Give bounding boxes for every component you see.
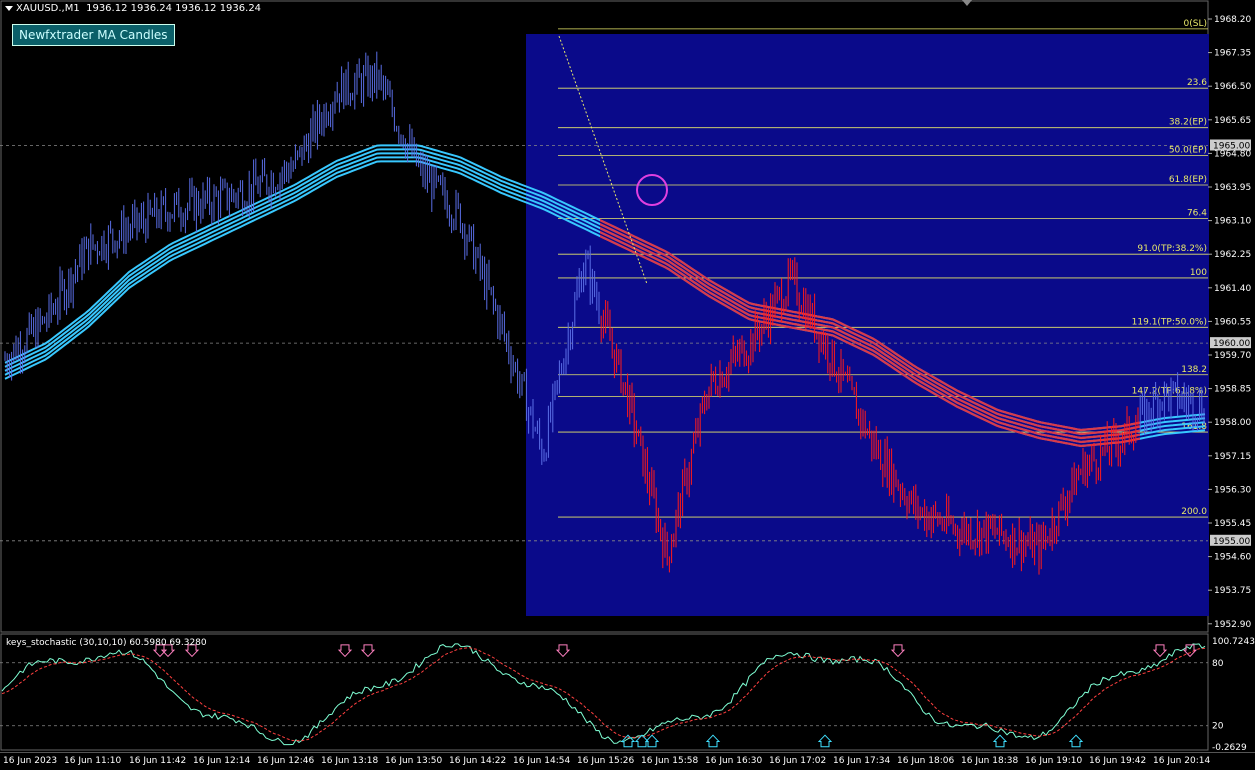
price-label: 1965.65 bbox=[1214, 116, 1251, 126]
price-label: 1959.70 bbox=[1214, 351, 1251, 361]
price-marker-label: 1960.00 bbox=[1213, 339, 1250, 349]
fib-level-label: 200.0 bbox=[1181, 507, 1207, 517]
fib-level-label: 23.6 bbox=[1187, 78, 1207, 88]
fib-level-label: 76.4 bbox=[1187, 209, 1207, 219]
price-label: 1958.00 bbox=[1214, 418, 1251, 428]
price-label: 1960.55 bbox=[1214, 317, 1251, 327]
stochastic-axis-label: 80 bbox=[1212, 659, 1224, 669]
price-label: 1966.50 bbox=[1214, 82, 1251, 92]
time-label: 16 Jun 20:14 bbox=[1153, 756, 1211, 766]
time-label: 16 Jun 13:18 bbox=[321, 756, 379, 766]
stochastic-panel[interactable]: 100.7243 80 20 -0.2629 bbox=[0, 633, 1255, 751]
time-label: 16 Jun 17:34 bbox=[833, 756, 891, 766]
stochastic-axis-label: -0.2629 bbox=[1212, 743, 1247, 751]
stochastic-axis-label: 20 bbox=[1212, 722, 1224, 732]
price-label: 1958.85 bbox=[1214, 385, 1251, 395]
time-label: 16 Jun 11:42 bbox=[129, 756, 187, 766]
time-label: 16 Jun 19:10 bbox=[1025, 756, 1083, 766]
price-label: 1963.95 bbox=[1214, 183, 1251, 193]
price-marker-label: 1965.00 bbox=[1213, 141, 1250, 151]
time-label: 16 Jun 14:54 bbox=[513, 756, 571, 766]
time-label: 16 Jun 14:22 bbox=[449, 756, 507, 766]
dropdown-triangle-icon[interactable] bbox=[5, 5, 13, 11]
time-label: 16 Jun 15:58 bbox=[641, 756, 699, 766]
symbol-name: XAUUSD.,M1 bbox=[16, 3, 80, 14]
fib-level-label: 50.0(EP) bbox=[1169, 145, 1207, 155]
fib-level-label: 61.8(EP) bbox=[1169, 175, 1207, 185]
time-label: 16 Jun 12:46 bbox=[257, 756, 315, 766]
price-label: 1957.15 bbox=[1214, 452, 1251, 462]
price-label: 1967.35 bbox=[1214, 49, 1251, 59]
time-label: 16 Jun 17:02 bbox=[769, 756, 827, 766]
stochastic-background bbox=[0, 633, 1255, 751]
chart-shift-marker-icon[interactable] bbox=[962, 0, 972, 6]
fib-level-label: 38.2(EP) bbox=[1169, 118, 1207, 128]
fib-level-label: 119.1(TP:50.0%) bbox=[1132, 317, 1207, 327]
ma-candles-button[interactable]: Newfxtrader MA Candles bbox=[12, 24, 175, 46]
fib-level-label: 91.0(TP:38.2%) bbox=[1137, 244, 1207, 254]
stochastic-axis-label: 100.7243 bbox=[1212, 637, 1255, 647]
time-label: 16 Jun 12:14 bbox=[193, 756, 251, 766]
price-label: 1953.75 bbox=[1214, 586, 1251, 596]
stochastic-label: keys_stochastic (30,10,10) 60.5980 69.32… bbox=[6, 638, 207, 648]
time-label: 16 Jun 16:30 bbox=[705, 756, 763, 766]
fib-level-label: 100 bbox=[1190, 268, 1207, 278]
time-label: 16 Jun 18:06 bbox=[897, 756, 955, 766]
price-label: 1961.40 bbox=[1214, 284, 1251, 294]
price-label: 1962.25 bbox=[1214, 250, 1251, 260]
price-chart[interactable]: 0(SL) 23.6 38.2(EP) 50.0(EP) 61.8(EP) 76.4 91.… bbox=[0, 0, 1255, 633]
price-label: 1963.10 bbox=[1214, 217, 1251, 227]
symbol-quote: 1936.12 1936.24 1936.12 1936.24 bbox=[86, 3, 262, 14]
price-marker-label: 1955.00 bbox=[1213, 537, 1250, 547]
fib-level-label: 138.2 bbox=[1181, 365, 1207, 375]
time-label: 16 Jun 19:42 bbox=[1089, 756, 1147, 766]
time-label: 16 Jun 18:38 bbox=[961, 756, 1019, 766]
time-axis: 16 Jun 2023 16 Jun 11:10 16 Jun 11:42 16 Ju… bbox=[0, 752, 1255, 770]
price-label: 1952.90 bbox=[1214, 620, 1251, 630]
fib-level-label: 147.2(TP:61.8%) bbox=[1132, 387, 1207, 397]
time-label: 16 Jun 15:26 bbox=[577, 756, 635, 766]
time-label: 16 Jun 13:50 bbox=[385, 756, 443, 766]
price-label: 1956.30 bbox=[1214, 485, 1251, 495]
symbol-header: XAUUSD.,M1 1936.12 1936.24 1936.12 1936.… bbox=[5, 3, 261, 14]
price-label: 1954.60 bbox=[1214, 553, 1251, 563]
fib-level-label: 0(SL) bbox=[1184, 19, 1207, 29]
fibonacci-zone bbox=[526, 34, 1209, 616]
price-label: 1968.20 bbox=[1214, 15, 1251, 25]
time-label: 16 Jun 11:10 bbox=[64, 756, 122, 766]
time-label: 16 Jun 2023 bbox=[3, 756, 58, 766]
price-label: 1955.45 bbox=[1214, 519, 1251, 529]
